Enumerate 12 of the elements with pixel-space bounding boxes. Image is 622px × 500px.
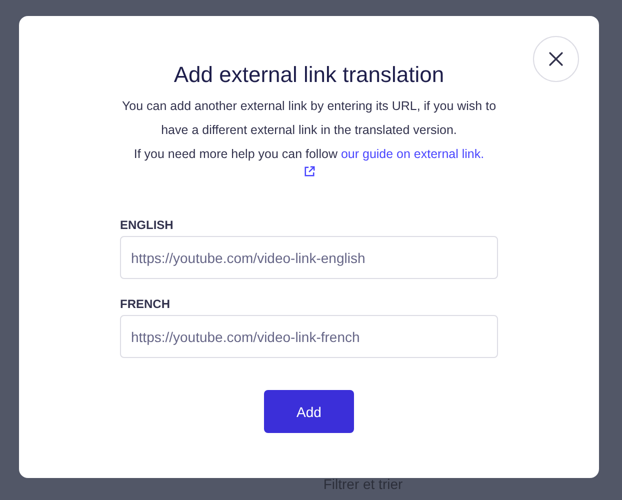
external-link-icon[interactable] (304, 166, 314, 177)
close-icon (548, 51, 564, 67)
field-label: ENGLISH (120, 218, 174, 232)
description-text: You can add another external link by entering its URL, if you wish to have a different external link in the translated version. (120, 98, 498, 139)
url-input-field[interactable]: https://youtube.com/video-link-french (120, 315, 498, 358)
add-button[interactable]: Add (264, 390, 354, 433)
description-text: If you need more help you can follow (134, 147, 338, 161)
guide-link[interactable]: our guide on external link. (340, 147, 484, 161)
url-input-field[interactable]: https://youtube.com/video-link-english (120, 236, 498, 279)
close-button[interactable] (533, 36, 579, 82)
dialog-title: Add external link translation (174, 62, 444, 88)
field-label: FRENCH (120, 297, 171, 311)
